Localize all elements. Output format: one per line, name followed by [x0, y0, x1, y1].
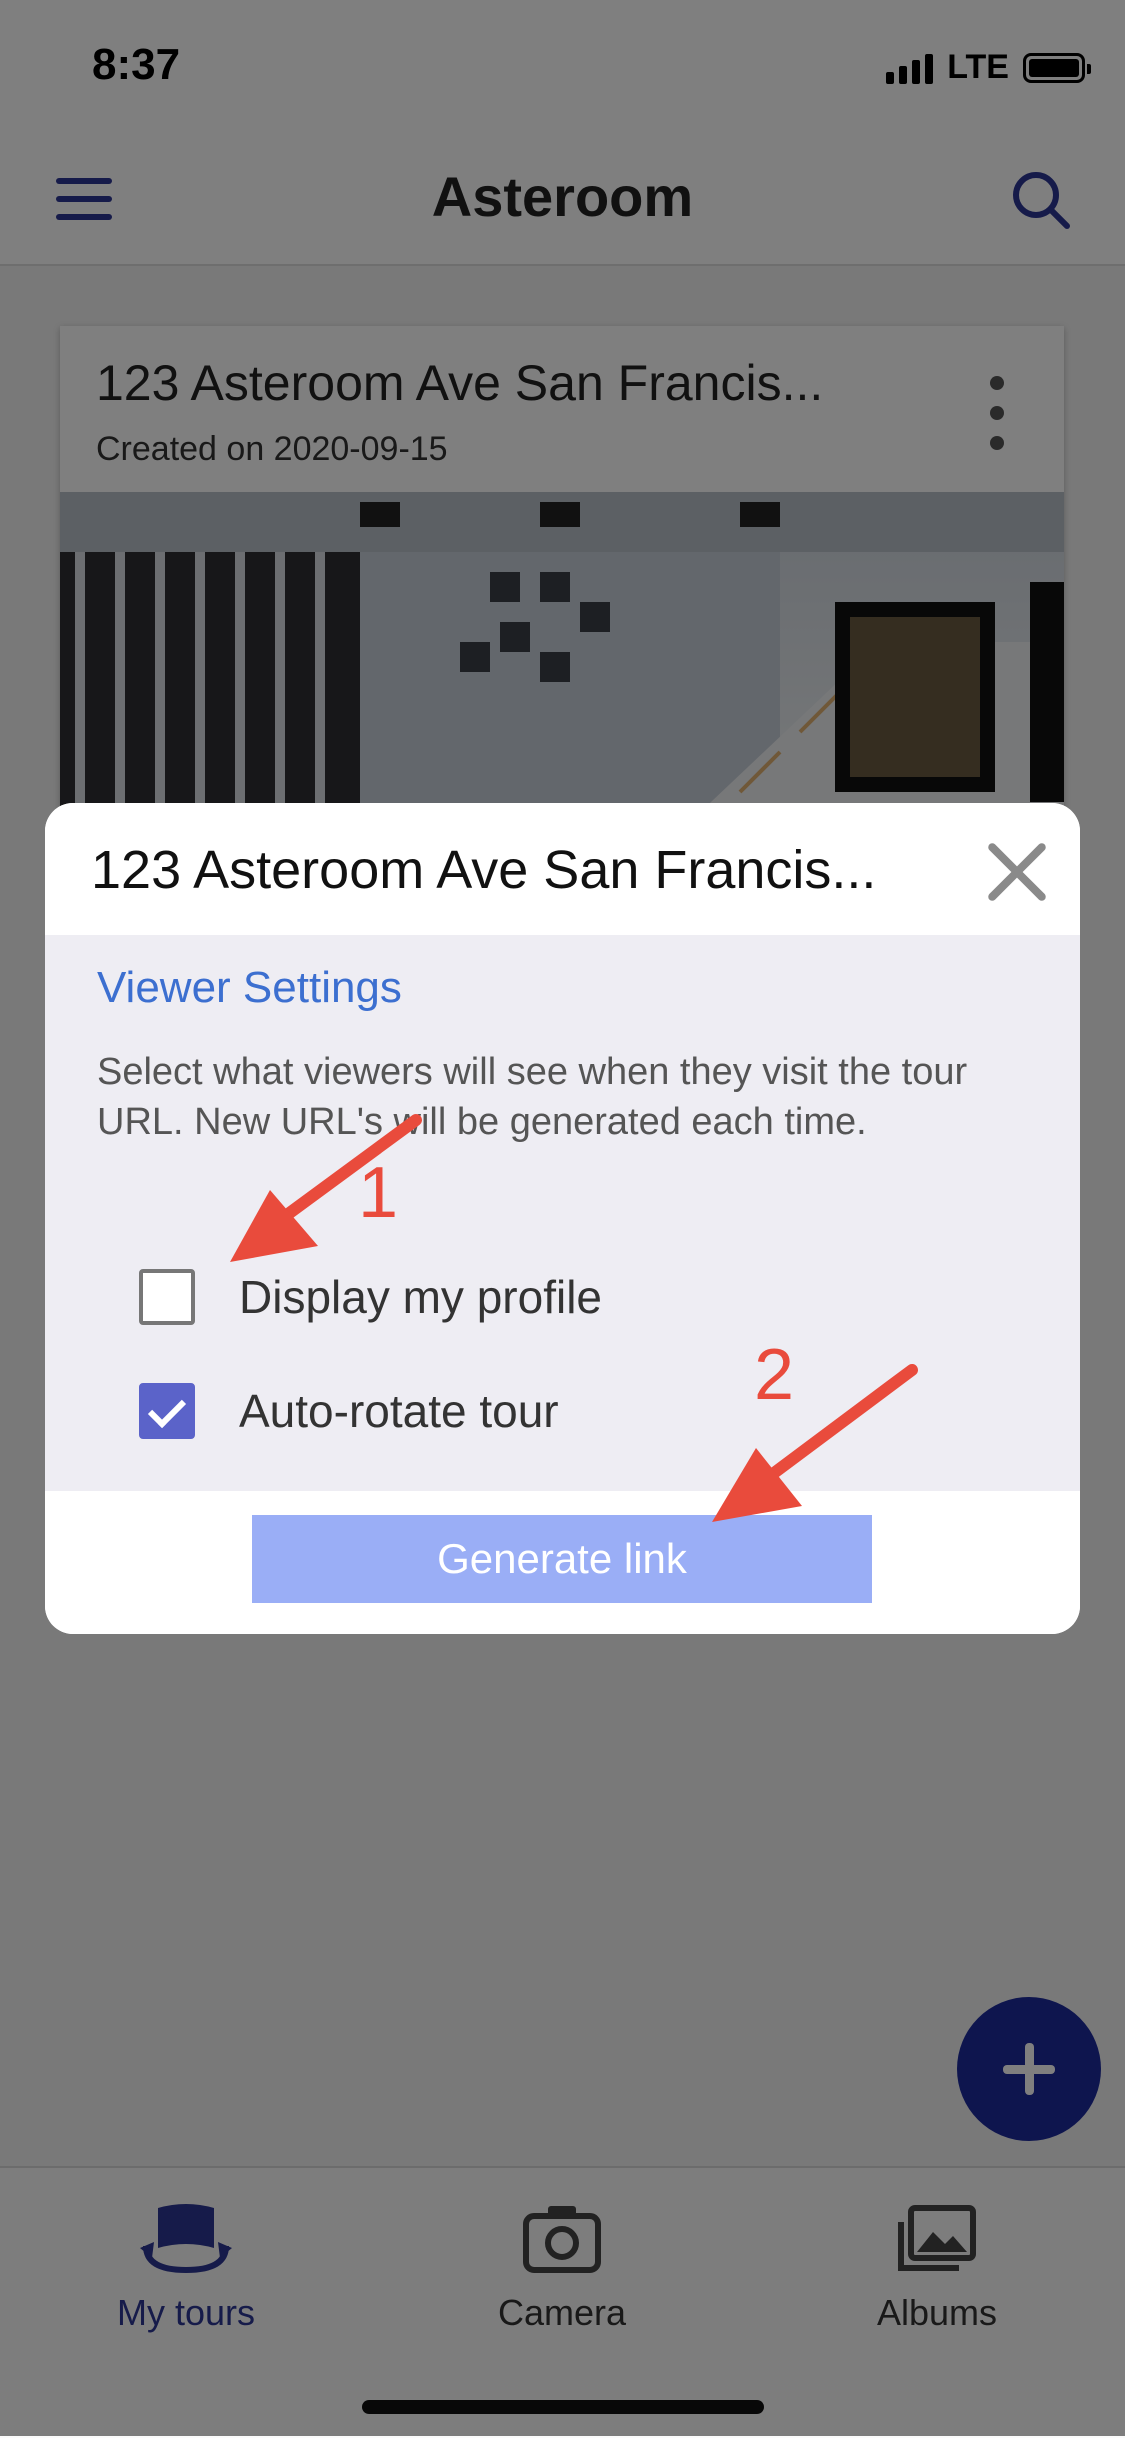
close-icon[interactable] — [984, 839, 1050, 905]
display-profile-checkbox[interactable] — [139, 1269, 195, 1325]
option-auto-rotate[interactable]: Auto-rotate tour — [139, 1381, 559, 1441]
option-label: Display my profile — [239, 1271, 602, 1323]
annotation-step-1: 1 — [358, 1153, 399, 1233]
viewer-settings-description: Select what viewers will see when they v… — [97, 1051, 968, 1143]
dialog-header: 123 Asteroom Ave San Francis... — [45, 803, 1080, 935]
option-label: Auto-rotate tour — [239, 1385, 559, 1437]
viewer-settings-title: Viewer Settings — [97, 963, 402, 1012]
dialog-title: 123 Asteroom Ave San Francis... — [91, 840, 877, 900]
dialog-footer: Generate link — [45, 1491, 1080, 1634]
option-display-profile[interactable]: Display my profile — [139, 1267, 602, 1327]
annotation-step-2: 2 — [754, 1335, 795, 1415]
auto-rotate-checkbox[interactable] — [139, 1383, 195, 1439]
share-dialog: 123 Asteroom Ave San Francis... Viewer S… — [45, 803, 1080, 1634]
viewer-settings-panel: Viewer Settings Select what viewers will… — [45, 935, 1080, 1491]
generate-link-button[interactable]: Generate link — [252, 1515, 872, 1603]
